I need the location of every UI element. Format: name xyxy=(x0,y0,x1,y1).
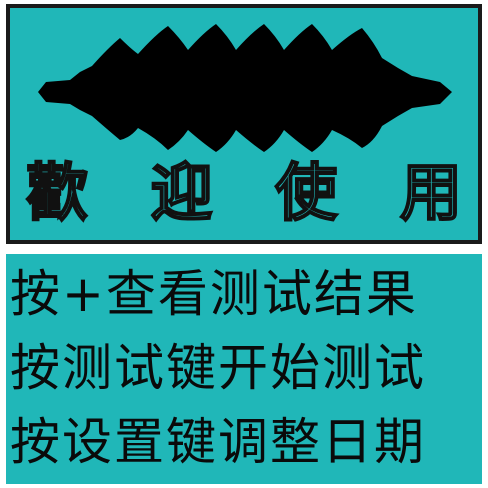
welcome-char-4: 用 xyxy=(399,155,463,230)
instruction-start-test: 按测试键开始测试 xyxy=(10,339,426,397)
welcome-char-1: 歡 xyxy=(25,155,89,230)
instruction-view-results: 按+查看测试结果 xyxy=(10,265,418,323)
welcome-panel: 歡 迎 使 用 xyxy=(6,4,482,244)
welcome-text: 歡 迎 使 用 xyxy=(10,155,478,230)
device-screen: 歡 迎 使 用 按+查看测试结果 按测试键开始测试 按设置键调整日期 xyxy=(0,0,488,488)
instruction-set-date: 按设置键调整日期 xyxy=(10,413,426,471)
instructions-panel: 按+查看测试结果 按测试键开始测试 按设置键调整日期 xyxy=(6,254,482,484)
welcome-char-3: 使 xyxy=(274,155,338,230)
welcome-char-2: 迎 xyxy=(150,155,214,230)
